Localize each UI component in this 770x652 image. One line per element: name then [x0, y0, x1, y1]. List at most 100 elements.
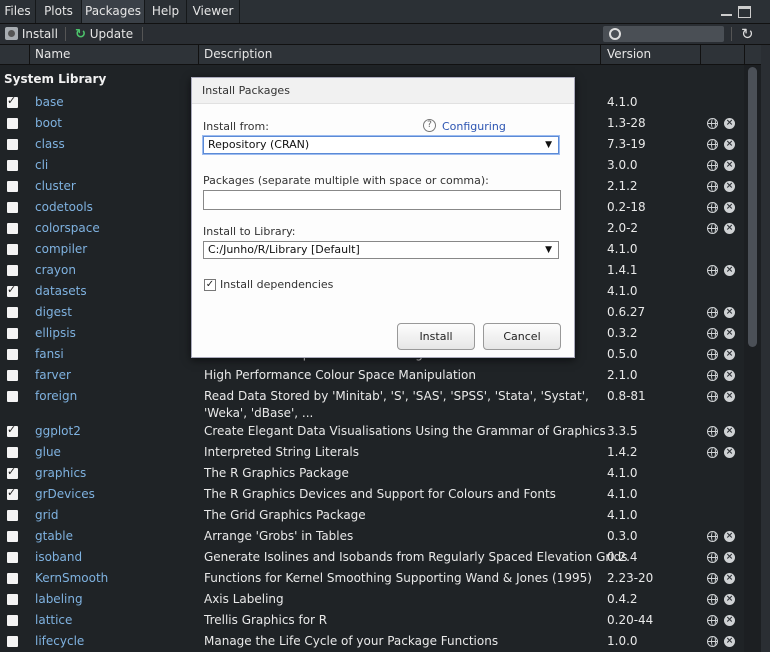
- package-name-link[interactable]: boot: [35, 113, 62, 134]
- package-website-icon[interactable]: [707, 531, 718, 542]
- package-name-link[interactable]: graphics: [35, 463, 86, 484]
- package-load-checkbox[interactable]: [7, 181, 18, 192]
- package-website-icon[interactable]: [707, 426, 718, 437]
- install-dependencies-checkbox[interactable]: ✓: [204, 279, 216, 291]
- package-website-icon[interactable]: [707, 573, 718, 584]
- package-name-link[interactable]: grid: [35, 505, 59, 526]
- package-load-checkbox[interactable]: [7, 370, 18, 381]
- package-name-link[interactable]: ellipsis: [35, 323, 76, 344]
- package-website-icon[interactable]: [707, 328, 718, 339]
- package-load-checkbox[interactable]: [7, 349, 18, 360]
- package-load-checkbox[interactable]: [7, 283, 18, 297]
- install-dialog-button[interactable]: Install: [397, 323, 475, 350]
- package-name-link[interactable]: class: [35, 134, 65, 155]
- package-load-checkbox[interactable]: [7, 552, 18, 563]
- package-name-link[interactable]: cli: [35, 155, 48, 176]
- package-name-link[interactable]: compiler: [35, 239, 87, 260]
- package-load-checkbox[interactable]: [7, 447, 18, 458]
- cancel-button[interactable]: Cancel: [483, 323, 561, 350]
- package-website-icon[interactable]: [707, 118, 718, 129]
- package-name-link[interactable]: labeling: [35, 589, 83, 610]
- package-website-icon[interactable]: [707, 391, 718, 402]
- package-load-checkbox[interactable]: [7, 594, 18, 605]
- package-name-link[interactable]: lattice: [35, 610, 72, 631]
- install-from-select[interactable]: Repository (CRAN) ▼: [203, 136, 559, 154]
- package-load-checkbox[interactable]: [7, 423, 18, 437]
- update-button[interactable]: ↻ Update: [75, 24, 133, 44]
- package-name-link[interactable]: base: [35, 92, 64, 113]
- package-website-icon[interactable]: [707, 370, 718, 381]
- package-load-checkbox[interactable]: [7, 139, 18, 150]
- package-website-icon[interactable]: [707, 636, 718, 647]
- package-website-icon[interactable]: [707, 594, 718, 605]
- remove-package-icon[interactable]: ×: [724, 160, 735, 171]
- remove-package-icon[interactable]: ×: [724, 202, 735, 213]
- package-name-link[interactable]: lifecycle: [35, 631, 84, 652]
- package-load-checkbox[interactable]: [7, 391, 18, 402]
- maximize-pane-icon[interactable]: [738, 6, 751, 18]
- remove-package-icon[interactable]: ×: [724, 139, 735, 150]
- package-website-icon[interactable]: [707, 223, 718, 234]
- help-icon[interactable]: ?: [423, 119, 436, 132]
- package-website-icon[interactable]: [707, 160, 718, 171]
- package-load-checkbox[interactable]: [7, 118, 18, 129]
- remove-package-icon[interactable]: ×: [724, 181, 735, 192]
- package-name-link[interactable]: datasets: [35, 281, 87, 302]
- package-website-icon[interactable]: [707, 202, 718, 213]
- remove-package-icon[interactable]: ×: [724, 573, 735, 584]
- package-load-checkbox[interactable]: [7, 510, 18, 521]
- package-name-link[interactable]: colorspace: [35, 218, 100, 239]
- package-load-checkbox[interactable]: [7, 202, 18, 213]
- column-version-header[interactable]: Version: [607, 45, 651, 64]
- package-load-checkbox[interactable]: [7, 265, 18, 276]
- column-description-header[interactable]: Description: [204, 45, 272, 64]
- tab-packages[interactable]: Packages: [82, 0, 145, 23]
- tab-help[interactable]: Help: [145, 0, 187, 23]
- package-load-checkbox[interactable]: [7, 160, 18, 171]
- vertical-scrollbar[interactable]: [744, 65, 761, 652]
- remove-package-icon[interactable]: ×: [724, 328, 735, 339]
- package-name-link[interactable]: KernSmooth: [35, 568, 108, 589]
- package-name-link[interactable]: digest: [35, 302, 72, 323]
- package-load-checkbox[interactable]: [7, 615, 18, 626]
- remove-package-icon[interactable]: ×: [724, 118, 735, 129]
- column-name-header[interactable]: Name: [35, 45, 70, 64]
- refresh-icon[interactable]: ↻: [741, 24, 754, 44]
- package-name-link[interactable]: codetools: [35, 197, 93, 218]
- package-load-checkbox[interactable]: [7, 94, 18, 108]
- package-website-icon[interactable]: [707, 307, 718, 318]
- minimize-pane-icon[interactable]: [721, 13, 732, 16]
- remove-package-icon[interactable]: ×: [724, 636, 735, 647]
- package-load-checkbox[interactable]: [7, 223, 18, 234]
- remove-package-icon[interactable]: ×: [724, 552, 735, 563]
- remove-package-icon[interactable]: ×: [724, 223, 735, 234]
- remove-package-icon[interactable]: ×: [724, 447, 735, 458]
- library-select[interactable]: C:/Junho/R/Library [Default] ▼: [203, 241, 559, 259]
- remove-package-icon[interactable]: ×: [724, 531, 735, 542]
- package-website-icon[interactable]: [707, 349, 718, 360]
- package-load-checkbox[interactable]: [7, 465, 18, 479]
- package-name-link[interactable]: ggplot2: [35, 421, 81, 442]
- package-load-checkbox[interactable]: [7, 531, 18, 542]
- tab-viewer[interactable]: Viewer: [187, 0, 240, 23]
- package-load-checkbox[interactable]: [7, 244, 18, 255]
- package-name-link[interactable]: glue: [35, 442, 61, 463]
- package-website-icon[interactable]: [707, 181, 718, 192]
- package-website-icon[interactable]: [707, 265, 718, 276]
- remove-package-icon[interactable]: ×: [724, 265, 735, 276]
- remove-package-icon[interactable]: ×: [724, 370, 735, 381]
- remove-package-icon[interactable]: ×: [724, 594, 735, 605]
- remove-package-icon[interactable]: ×: [724, 426, 735, 437]
- package-name-link[interactable]: crayon: [35, 260, 76, 281]
- package-load-checkbox[interactable]: [7, 636, 18, 647]
- package-load-checkbox[interactable]: [7, 328, 18, 339]
- package-name-link[interactable]: cluster: [35, 176, 76, 197]
- package-name-link[interactable]: fansi: [35, 344, 64, 365]
- package-name-link[interactable]: foreign: [35, 386, 77, 407]
- tab-plots[interactable]: Plots: [36, 0, 82, 23]
- package-website-icon[interactable]: [707, 615, 718, 626]
- remove-package-icon[interactable]: ×: [724, 391, 735, 402]
- tab-files[interactable]: Files: [0, 0, 36, 23]
- package-load-checkbox[interactable]: [7, 307, 18, 318]
- remove-package-icon[interactable]: ×: [724, 615, 735, 626]
